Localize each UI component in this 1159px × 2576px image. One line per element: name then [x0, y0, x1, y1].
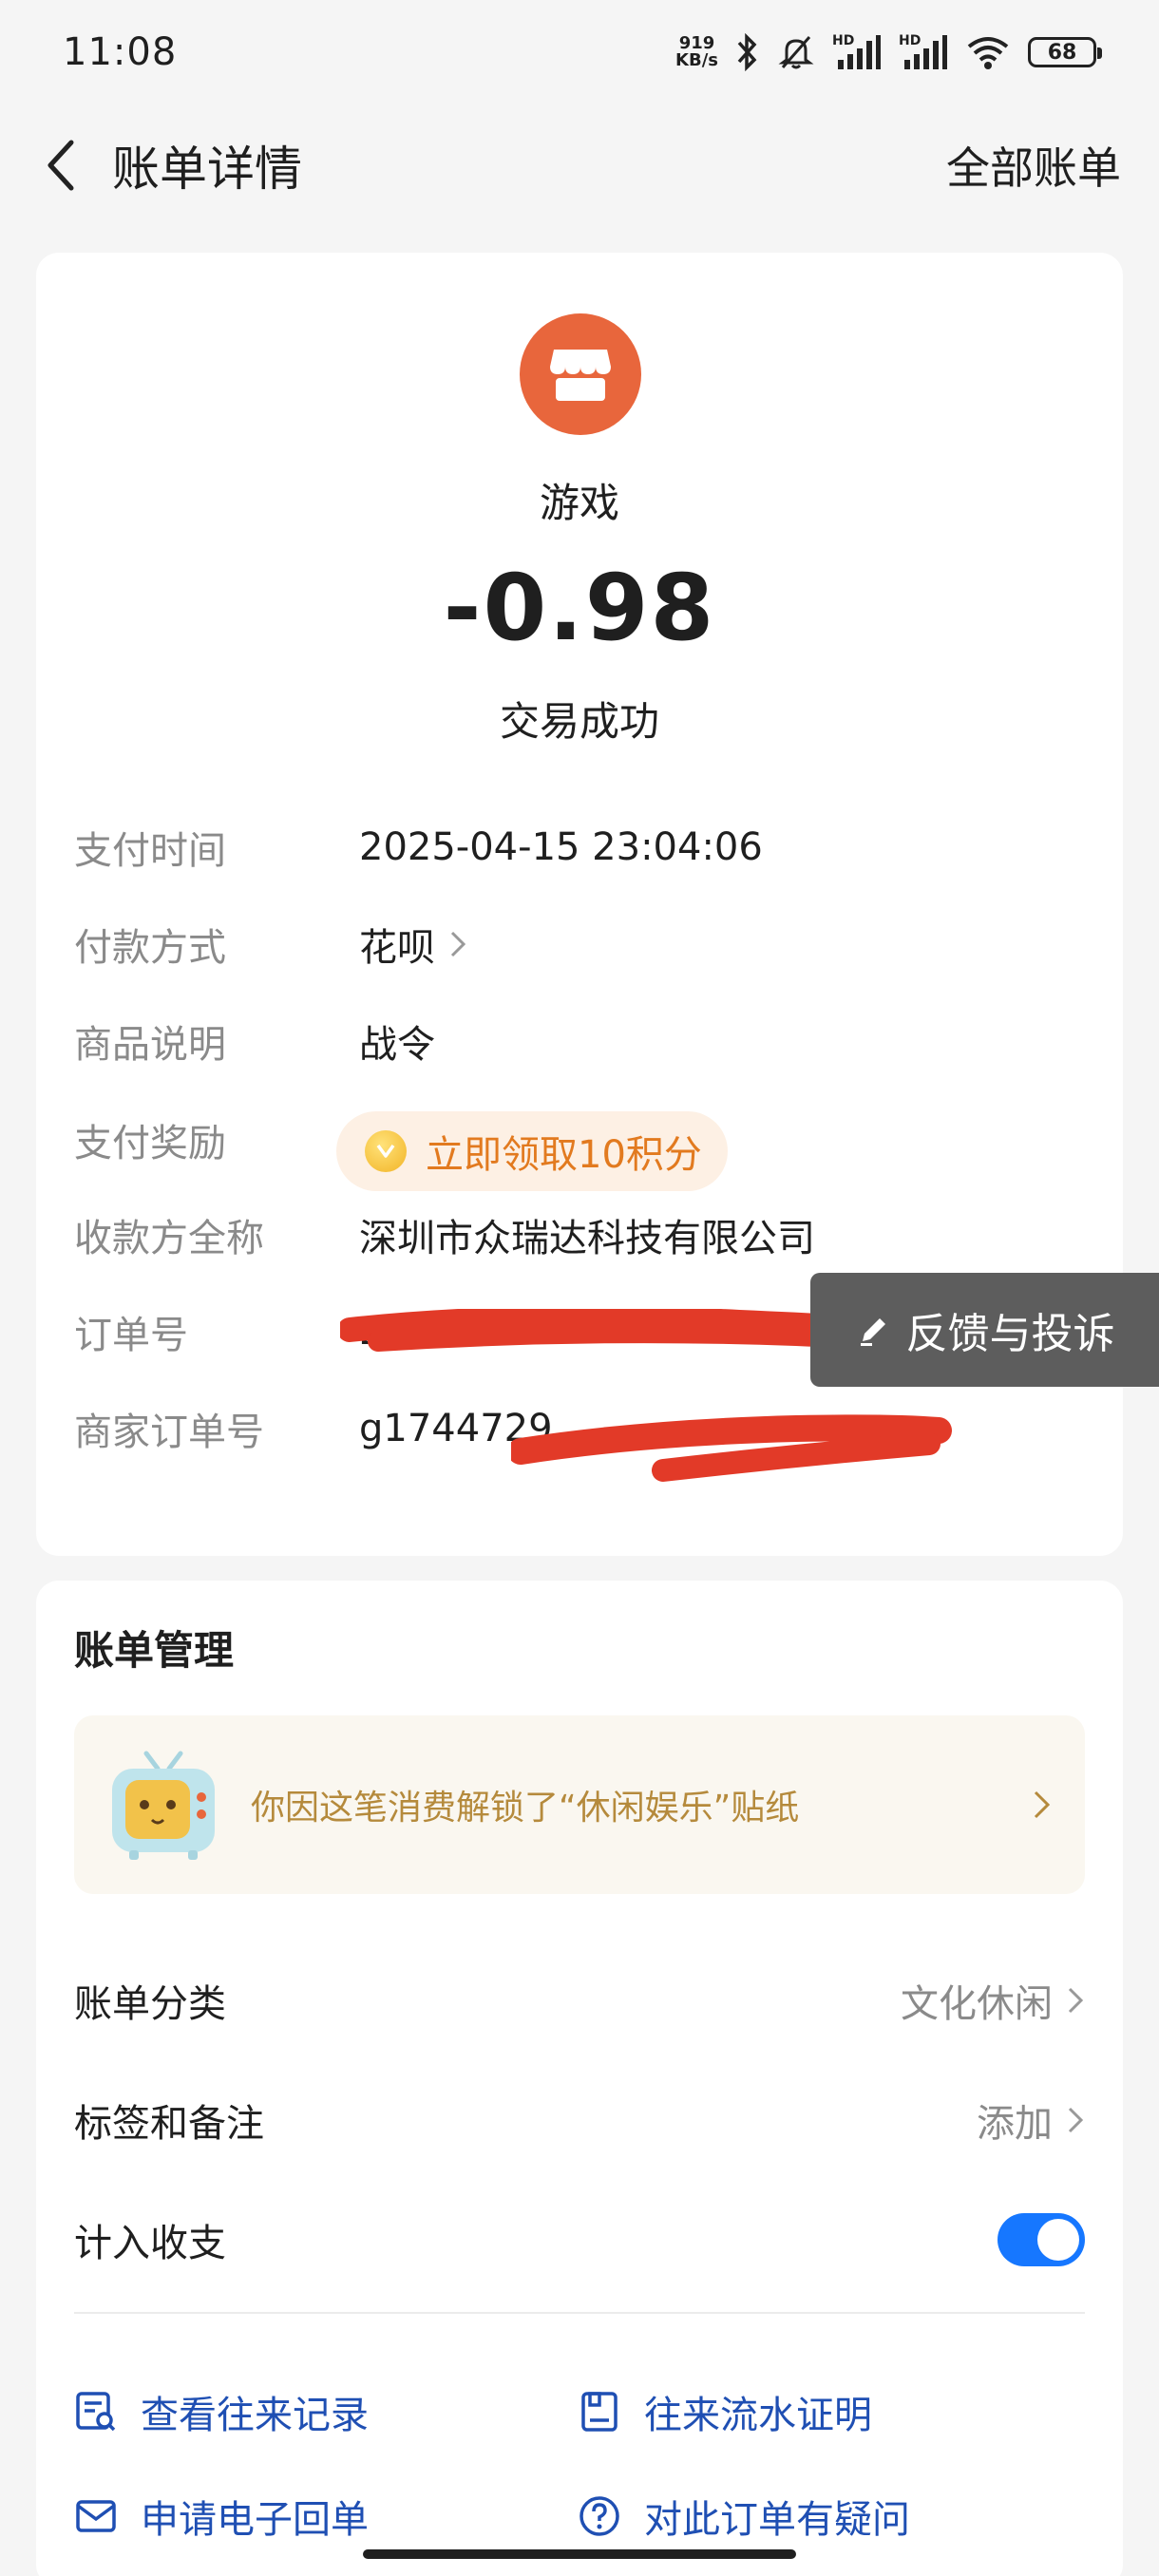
transaction-proof-link[interactable]: 往来流水证明	[578, 2378, 872, 2445]
action-label: 对此订单有疑问	[644, 2498, 910, 2542]
row-label: 标签和备注	[74, 2102, 264, 2146]
category-value: 文化休闲	[901, 1982, 1053, 2026]
section-title: 账单管理	[74, 1627, 235, 1674]
net-speed-unit: KB/s	[675, 50, 718, 70]
sticker-unlock-text: 你因这笔消费解锁了“休闲娱乐”贴纸	[251, 1789, 800, 1828]
merchant-store-icon	[520, 313, 641, 435]
pencil-icon	[860, 1318, 885, 1346]
divider	[74, 2312, 1085, 2314]
status-icons: 919 KB/s HD HD 68	[675, 33, 1102, 71]
tags-notes-row[interactable]: 标签和备注 添加	[74, 2082, 1085, 2158]
nav-left: 账单详情	[38, 131, 302, 199]
detail-row-payee: 收款方全称 深圳市众瑞达科技有限公司	[74, 1206, 1081, 1263]
row-label: 账单分类	[74, 1982, 226, 2026]
include-in-stats-row: 计入收支	[74, 2202, 1085, 2278]
feedback-label: 反馈与投诉	[905, 1310, 1115, 1358]
tv-sticker-icon	[112, 1751, 215, 1860]
record-icon	[76, 2392, 116, 2432]
chevron-right-icon	[450, 931, 466, 957]
row-value: 文化休闲	[901, 1973, 1085, 2028]
chevron-right-icon	[1034, 1790, 1051, 1819]
feedback-complaint-button[interactable]: 反馈与投诉	[810, 1273, 1159, 1387]
detail-row-payment-method[interactable]: 付款方式 花呗	[74, 916, 1081, 973]
all-bills-link[interactable]: 全部账单	[946, 134, 1121, 197]
detail-row-product: 商品说明 战令	[74, 1013, 1081, 1070]
merchant-name: 游戏	[539, 480, 619, 526]
include-in-stats-toggle[interactable]	[998, 2213, 1085, 2266]
chevron-right-icon	[1068, 1987, 1084, 2014]
detail-row-pay-time: 支付时间 2025-04-15 23:04:06	[74, 819, 1081, 876]
hd-label-1: HD	[832, 33, 855, 48]
chevron-left-icon	[48, 140, 74, 191]
detail-value: 2	[359, 1310, 384, 1354]
signal-1: HD	[832, 33, 882, 71]
action-label: 往来流水证明	[644, 2394, 872, 2437]
detail-value: 战令	[359, 1023, 435, 1067]
row-value: 添加	[977, 2093, 1085, 2148]
action-label: 查看往来记录	[141, 2394, 369, 2437]
claim-points-label: 立即领取10积分	[426, 1133, 702, 1177]
bluetooth-icon	[737, 33, 757, 71]
mute-bell-icon	[778, 36, 814, 69]
action-label: 申请电子回单	[141, 2498, 369, 2542]
transaction-status: 交易成功	[499, 698, 659, 745]
detail-value: 深圳市众瑞达科技有限公司	[359, 1217, 815, 1260]
nav-bar: 账单详情 全部账单	[0, 123, 1159, 207]
add-tag-value: 添加	[977, 2102, 1053, 2146]
detail-label: 支付奖励	[74, 1122, 226, 1165]
detail-label: 商家订单号	[74, 1411, 264, 1454]
detail-value: g1744729	[359, 1407, 553, 1450]
chevron-right-icon	[1068, 2107, 1084, 2133]
detail-label: 商品说明	[74, 1023, 226, 1067]
status-time: 11:08	[63, 30, 178, 74]
page-title: 账单详情	[112, 142, 302, 197]
e-receipt-link[interactable]: 申请电子回单	[74, 2483, 369, 2549]
bill-management-card: 账单管理 你因这笔消费解锁了“休闲娱乐”贴纸 账单分类 文化休闲 标签和备注 添…	[36, 1581, 1123, 2576]
detail-label: 付款方式	[74, 926, 226, 970]
wifi-icon	[967, 37, 1009, 69]
payment-method-value[interactable]: 花呗	[359, 917, 467, 972]
home-indicator[interactable]	[363, 2549, 796, 2559]
detail-label: 收款方全称	[74, 1217, 264, 1260]
status-bar: 11:08 919 KB/s HD HD 68	[0, 0, 1159, 104]
order-question-link[interactable]: 对此订单有疑问	[578, 2483, 910, 2549]
battery-indicator: 68	[1028, 37, 1102, 67]
hd-label-2: HD	[899, 33, 922, 48]
certificate-icon	[581, 2392, 618, 2432]
detail-label: 支付时间	[74, 829, 226, 873]
detail-label: 订单号	[74, 1314, 188, 1357]
question-icon	[580, 2496, 619, 2536]
coin-icon	[365, 1130, 407, 1172]
back-button[interactable]	[38, 135, 84, 196]
payment-method-text: 花呗	[359, 926, 435, 970]
row-label: 计入收支	[74, 2222, 226, 2265]
detail-value: 2025-04-15 23:04:06	[359, 825, 763, 869]
network-speed: 919 KB/s	[675, 35, 718, 69]
detail-row-merchant-order-no: 商家订单号 g1744729	[74, 1400, 1081, 1457]
signal-2: HD	[899, 33, 948, 71]
sticker-unlock-banner[interactable]: 你因这笔消费解锁了“休闲娱乐”贴纸	[74, 1715, 1085, 1894]
transaction-amount: -0.98	[443, 555, 716, 661]
claim-points-button[interactable]: 立即领取10积分	[336, 1111, 728, 1191]
view-history-link[interactable]: 查看往来记录	[74, 2378, 369, 2445]
mail-icon	[76, 2500, 116, 2532]
bill-category-row[interactable]: 账单分类 文化休闲	[74, 1962, 1085, 2038]
